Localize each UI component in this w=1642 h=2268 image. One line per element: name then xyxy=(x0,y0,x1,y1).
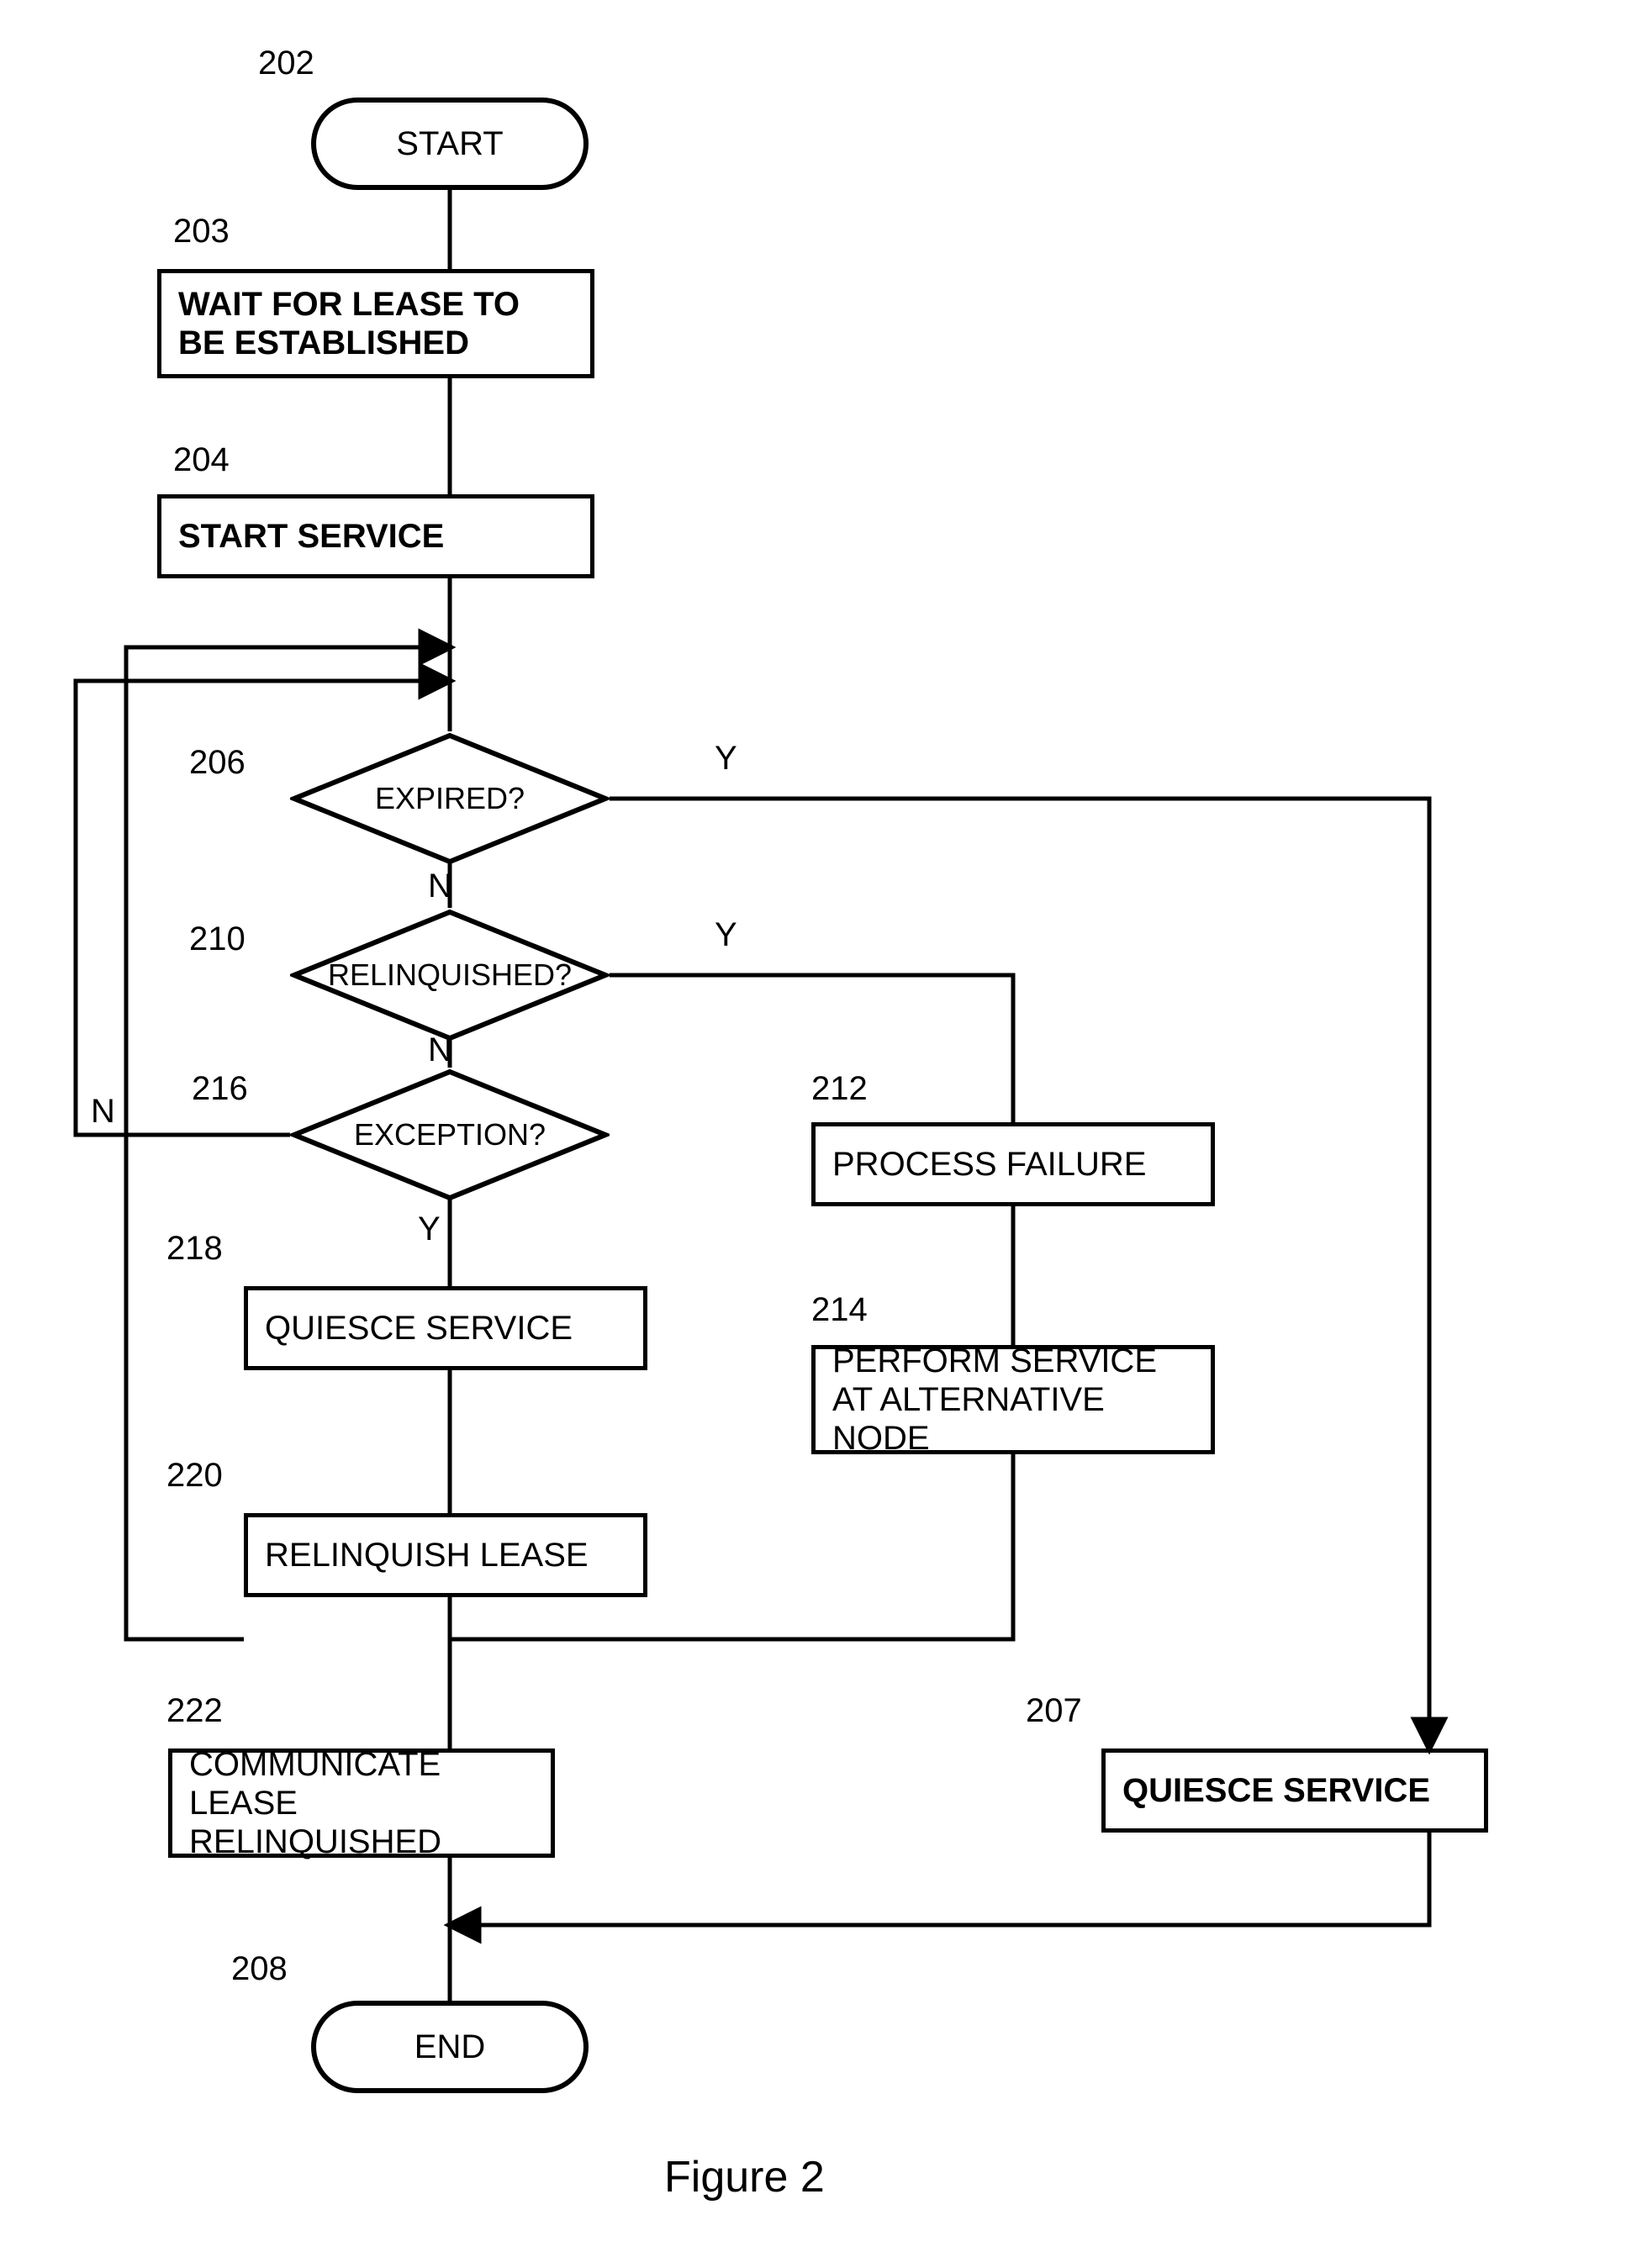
flowchart-canvas: 202 203 204 206 210 216 212 218 214 220 … xyxy=(0,0,1642,2268)
connectors xyxy=(0,0,1642,2268)
